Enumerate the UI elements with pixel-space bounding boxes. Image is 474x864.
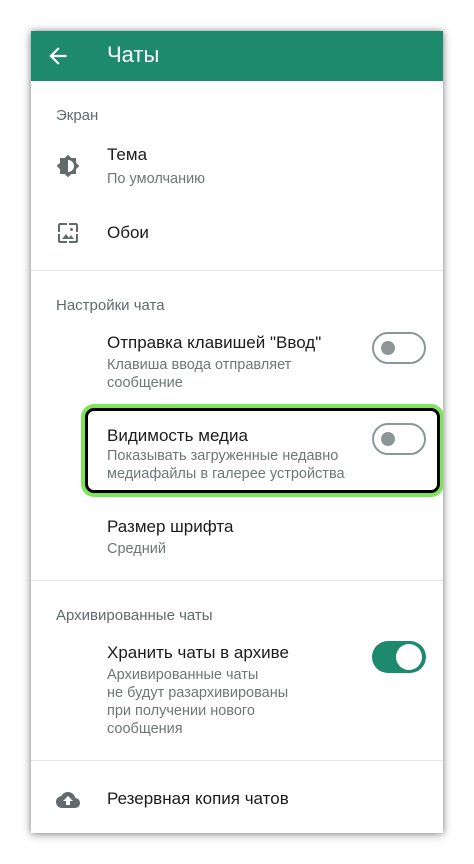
enter-send-toggle[interactable]: [372, 332, 426, 364]
app-bar: Чаты: [31, 31, 443, 81]
section-header-chat-settings: Настройки чата: [56, 297, 165, 314]
divider: [31, 580, 443, 581]
theme-subtitle: По умолчанию: [107, 171, 206, 187]
keep-archived-subtitle-2: не будут разархивированы: [107, 685, 289, 701]
enter-send-subtitle-1: Клавиша ввода отправляет: [107, 357, 292, 373]
keep-archived-toggle[interactable]: [372, 641, 426, 673]
divider: [31, 760, 443, 761]
keep-archived-title: Хранить чаты в архиве: [107, 643, 289, 662]
page-title: Чаты: [107, 42, 160, 67]
wallpaper-icon: [58, 223, 78, 243]
theme-title: Тема: [107, 145, 148, 164]
keep-archived-subtitle-3: при получении нового: [107, 703, 255, 719]
divider: [31, 270, 443, 271]
media-visibility-subtitle-1: Показывать загруженные недавно: [107, 448, 339, 464]
keep-archived-subtitle-1: Архивированные чаты: [107, 667, 259, 683]
toggle-knob: [396, 644, 422, 670]
settings-screen: Чаты Экран Тема По умолчанию Обои Настро…: [31, 31, 443, 833]
toggle-knob: [381, 341, 395, 355]
media-visibility-subtitle-2: медиафайлы в галерее устройства: [107, 466, 345, 482]
backup-title: Резервная копия чатов: [107, 789, 289, 808]
section-header-screen: Экран: [56, 107, 99, 124]
wallpaper-title: Обои: [107, 223, 149, 242]
keep-archived-subtitle-4: сообщения: [107, 721, 183, 737]
enter-send-title: Отправка клавишей "Ввод": [107, 333, 322, 352]
arrow-left-icon[interactable]: [45, 43, 71, 69]
brightness-icon: [56, 154, 80, 178]
media-visibility-title: Видимость медиа: [107, 426, 248, 445]
media-visibility-toggle[interactable]: [372, 423, 426, 455]
toggle-knob: [381, 432, 395, 446]
font-size-title: Размер шрифта: [107, 517, 234, 536]
section-header-archived: Архивированные чаты: [56, 607, 213, 624]
cloud-upload-icon: [56, 792, 80, 808]
font-size-subtitle: Средний: [107, 541, 166, 557]
enter-send-subtitle-2: сообщение: [107, 375, 183, 391]
